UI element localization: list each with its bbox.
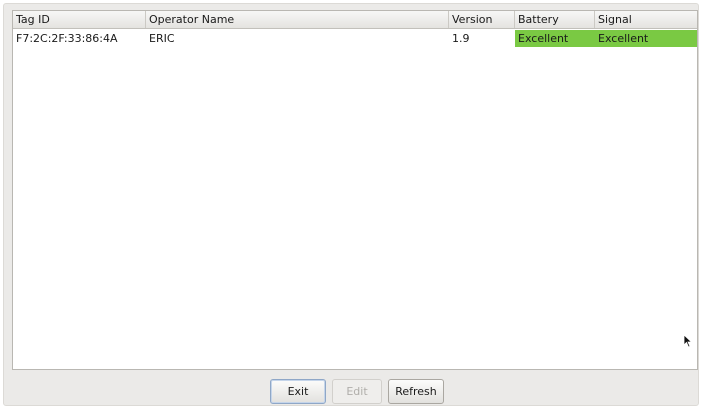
table-row[interactable]: F7:2C:2F:33:86:4A ERIC 1.9 Excellent Exc… bbox=[13, 30, 697, 47]
cell-operator-name: ERIC bbox=[149, 32, 175, 45]
exit-button[interactable]: Exit bbox=[270, 379, 326, 404]
tag-table[interactable]: Tag ID Operator Name Version Battery Sig… bbox=[12, 10, 698, 370]
cell-tag-id: F7:2C:2F:33:86:4A bbox=[16, 32, 118, 45]
table-header: Tag ID Operator Name Version Battery Sig… bbox=[13, 11, 697, 29]
cell-battery-status: Excellent bbox=[515, 30, 595, 47]
button-bar: Exit Edit Refresh bbox=[4, 374, 698, 406]
refresh-button[interactable]: Refresh bbox=[388, 379, 444, 404]
cell-signal-status: Excellent bbox=[595, 30, 697, 47]
tag-monitor-window: Tag ID Operator Name Version Battery Sig… bbox=[3, 3, 699, 406]
mouse-pointer-icon bbox=[683, 334, 693, 348]
column-header-battery[interactable]: Battery bbox=[515, 11, 595, 28]
column-header-operator-name[interactable]: Operator Name bbox=[146, 11, 449, 28]
column-header-tag-id[interactable]: Tag ID bbox=[13, 11, 146, 28]
edit-button: Edit bbox=[332, 379, 382, 404]
column-header-signal[interactable]: Signal bbox=[595, 11, 697, 28]
column-header-version[interactable]: Version bbox=[449, 11, 515, 28]
cell-version: 1.9 bbox=[452, 32, 470, 45]
